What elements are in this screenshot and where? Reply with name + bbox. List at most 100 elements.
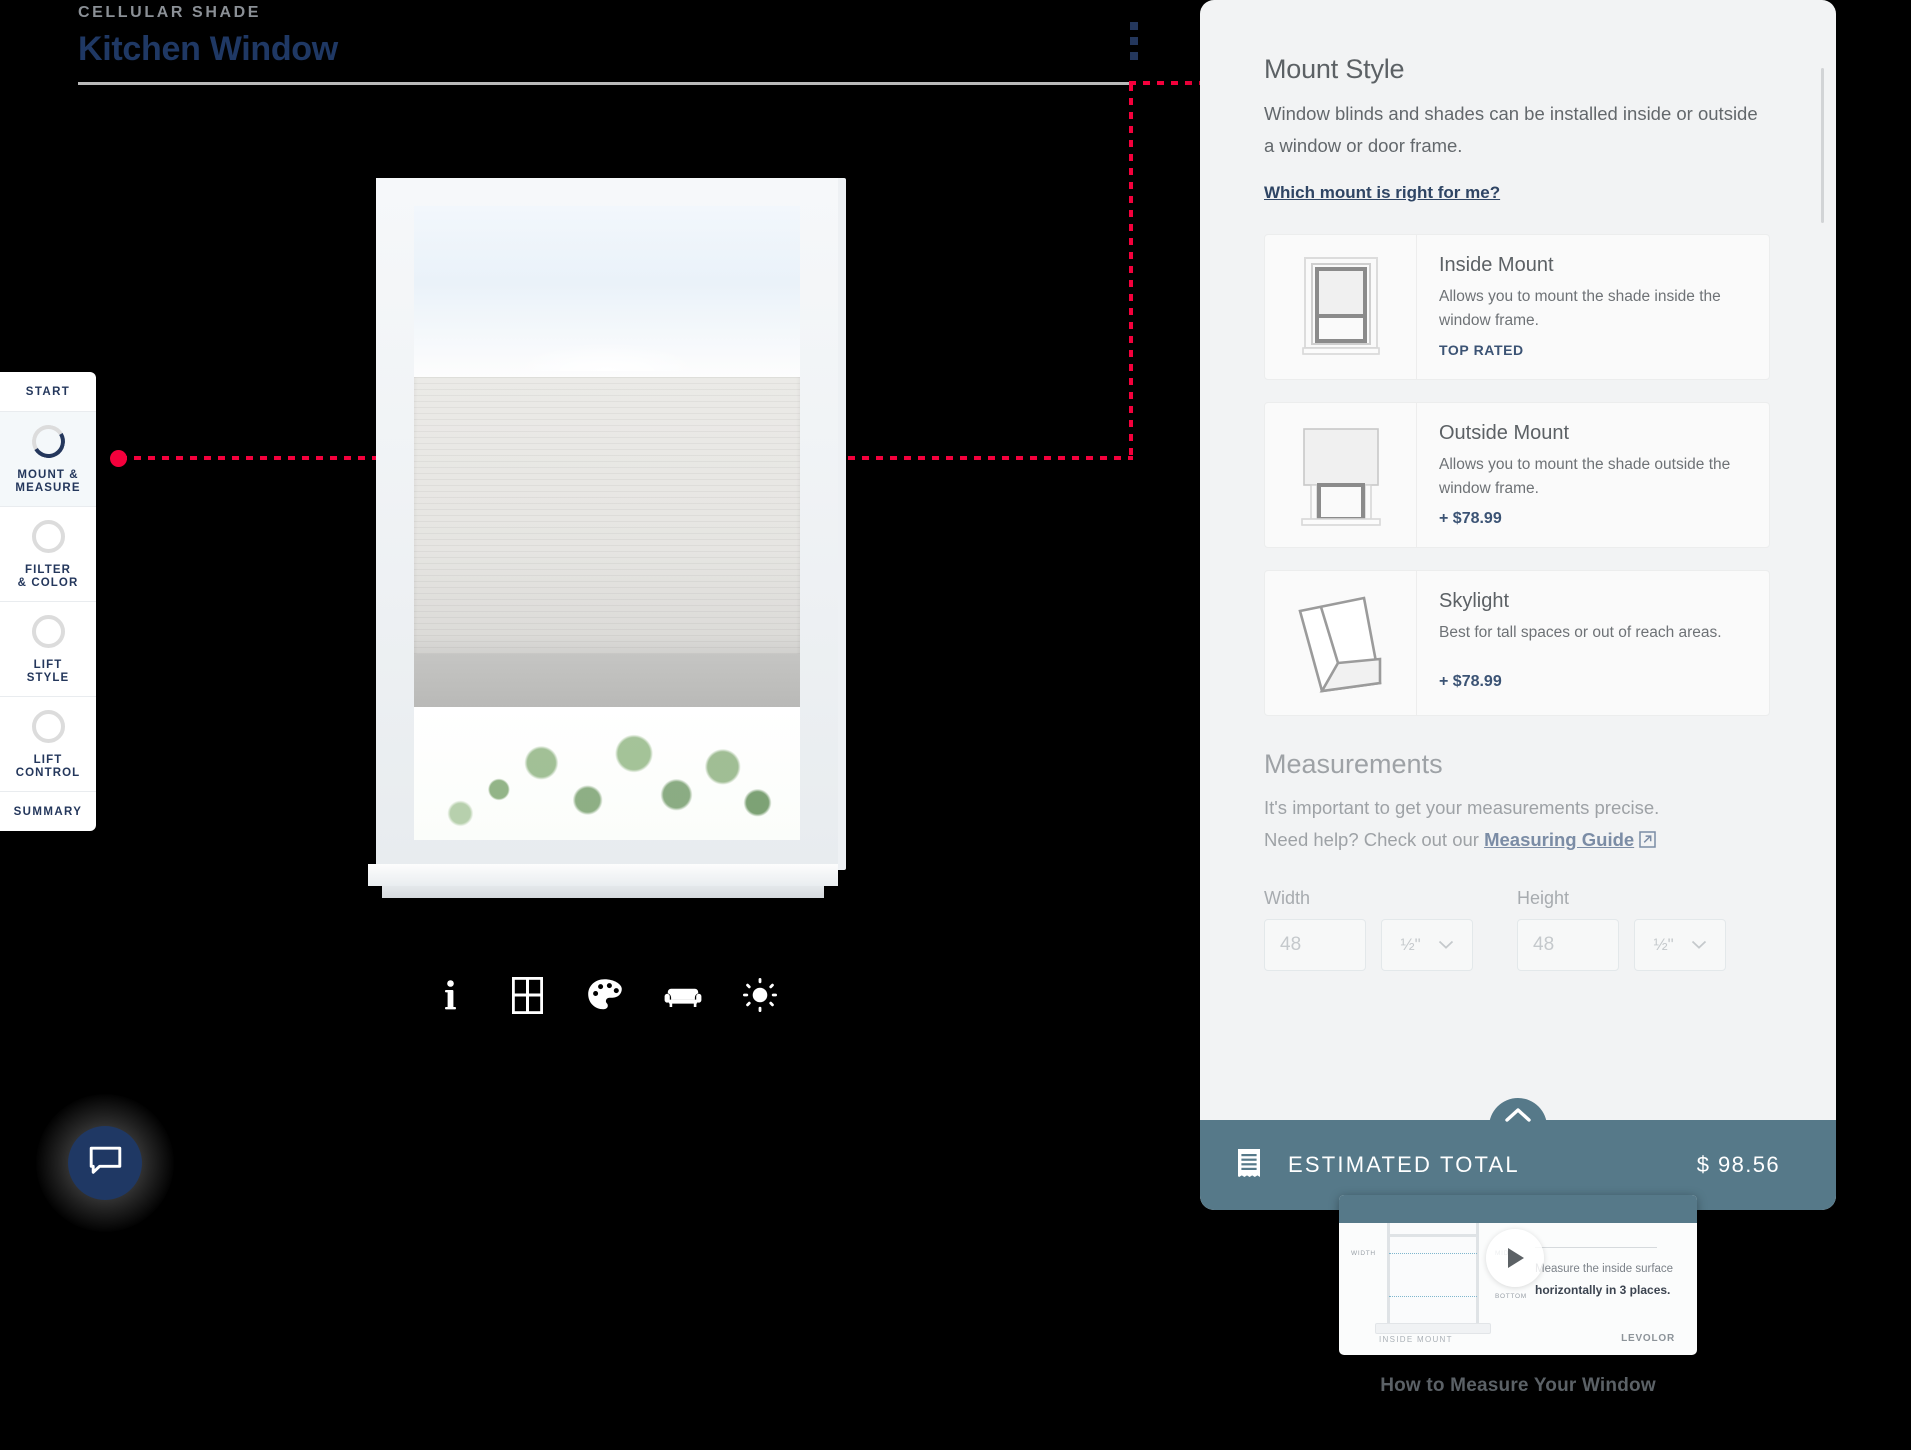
sidebar-item-lift-style[interactable]: LIFT STYLE: [0, 601, 96, 696]
video-card-top-overlay: [1339, 1195, 1697, 1223]
video-width-arrow: [1389, 1253, 1477, 1254]
sidebar-item-label: MOUNT &: [17, 469, 79, 481]
chevron-up-icon: [1505, 1107, 1531, 1128]
sidebar-item-label: STYLE: [26, 672, 70, 684]
sidebar-item-start[interactable]: START: [0, 372, 96, 411]
option-name: Inside Mount: [1439, 254, 1554, 276]
sidebar-item-label: LIFT: [33, 659, 63, 671]
window-apron: [382, 886, 824, 898]
garden-view: [414, 706, 800, 840]
panel-scroll-area: Mount Style Window blinds and shades can…: [1200, 0, 1836, 1120]
height-fraction-value: ½": [1653, 935, 1674, 954]
measuring-guide-link[interactable]: Measuring Guide: [1484, 829, 1634, 850]
mount-option-body: Outside Mount Allows you to mount the sh…: [1417, 403, 1769, 547]
window-grid-icon[interactable]: [508, 975, 548, 1015]
window-glass-area: [414, 206, 800, 840]
option-name: Outside Mount: [1439, 422, 1570, 444]
option-price: + $78.99: [1439, 673, 1502, 690]
option-name: Skylight: [1439, 590, 1510, 612]
step-circle-icon: [31, 710, 65, 743]
mount-style-options: Inside Mount Allows you to mount the sha…: [1264, 234, 1770, 716]
width-input[interactable]: 48: [1264, 919, 1366, 971]
width-fraction-select[interactable]: ½": [1381, 919, 1473, 971]
video-footer-right: LEVOLOR: [1621, 1333, 1675, 1344]
step-circle-icon: [31, 615, 65, 648]
sidebar-item-label: CONTROL: [15, 767, 81, 779]
video-divider: [1535, 1247, 1657, 1248]
step-circle-icon: [31, 520, 65, 553]
status-badge: TOP RATED: [1439, 342, 1524, 358]
product-category-label: CELLULAR SHADE: [78, 4, 262, 21]
width-fraction-value: ½": [1400, 935, 1421, 954]
measuring-video-section: WIDTH MID BOTTOM Measure the inside surf…: [1339, 1195, 1697, 1397]
sky-view: [414, 206, 800, 378]
cellular-shade-render: [414, 377, 800, 707]
video-footer-left: INSIDE MOUNT: [1379, 1335, 1453, 1344]
sidebar-item-lift-control[interactable]: LIFT CONTROL: [0, 696, 96, 791]
panel-title: Mount Style: [1264, 54, 1405, 84]
mount-option-inside[interactable]: Inside Mount Allows you to mount the sha…: [1264, 234, 1770, 380]
estimated-total-amount: $ 98.56: [1696, 1152, 1780, 1177]
info-icon[interactable]: [430, 975, 470, 1015]
measurements-intro-line2: Need help? Check out our: [1264, 829, 1485, 850]
panel-scrollbar[interactable]: [1821, 68, 1824, 223]
page-header: CELLULAR SHADE Kitchen Window: [78, 0, 1138, 69]
play-icon[interactable]: [1486, 1229, 1544, 1287]
sidebar-item-label: & COLOR: [17, 577, 79, 589]
width-label: Width: [1264, 888, 1311, 908]
panel-description: Window blinds and shades can be installe…: [1264, 103, 1758, 156]
estimated-total-label: ESTIMATED TOTAL: [1288, 1152, 1520, 1177]
app-root: CELLULAR SHADE Kitchen Window START MOUN…: [0, 0, 1911, 1450]
brightness-icon[interactable]: [740, 975, 780, 1015]
measuring-video-card[interactable]: WIDTH MID BOTTOM Measure the inside surf…: [1339, 1195, 1697, 1355]
video-bottom-arrow: [1389, 1296, 1477, 1297]
palette-icon[interactable]: [585, 975, 625, 1015]
measurement-fields: Width 48 ½" Height 48 ½": [1264, 888, 1770, 971]
option-description: Best for tall spaces or out of reach are…: [1439, 624, 1722, 641]
measurements-title: Measurements: [1264, 749, 1443, 779]
shade-bottom-rail: [414, 654, 800, 707]
step-sidebar: START MOUNT & MEASURE FILTER & COLOR LIF…: [0, 372, 96, 831]
height-fraction-select[interactable]: ½": [1634, 919, 1726, 971]
kebab-menu-icon[interactable]: [1130, 22, 1138, 68]
width-field-group: Width 48 ½": [1264, 888, 1517, 971]
chevron-down-icon: [1691, 935, 1707, 955]
chat-button[interactable]: [68, 1126, 142, 1200]
sidebar-item-label: MEASURE: [15, 482, 81, 494]
option-description: Allows you to mount the shade inside the…: [1439, 288, 1721, 329]
video-overlay-line1: Measure the inside surface: [1535, 1263, 1674, 1275]
sofa-icon[interactable]: [663, 975, 703, 1015]
height-input[interactable]: 48: [1517, 919, 1619, 971]
preview-toolbar: [430, 975, 780, 1015]
options-panel: Mount Style Window blinds and shades can…: [1200, 0, 1836, 1210]
video-window-sill: [1375, 1323, 1491, 1334]
chevron-down-icon: [1438, 935, 1454, 955]
video-label-width: WIDTH: [1351, 1250, 1376, 1257]
inside-mount-icon: [1265, 235, 1417, 379]
mount-option-body: Inside Mount Allows you to mount the sha…: [1417, 235, 1769, 379]
sidebar-item-filter-color[interactable]: FILTER & COLOR: [0, 506, 96, 601]
outside-mount-icon: [1265, 403, 1417, 547]
receipt-icon: [1236, 1147, 1262, 1184]
video-caption: How to Measure Your Window: [1380, 1375, 1656, 1396]
sidebar-item-label: FILTER: [25, 564, 71, 576]
option-price: + $78.99: [1439, 510, 1502, 527]
window-preview[interactable]: [368, 178, 846, 908]
which-mount-link[interactable]: Which mount is right for me?: [1264, 183, 1500, 203]
mount-option-skylight[interactable]: Skylight Best for tall spaces or out of …: [1264, 570, 1770, 716]
measurements-intro: It's important to get your measurements …: [1264, 792, 1770, 858]
chat-bubble-icon: [89, 1146, 122, 1181]
window-sill: [368, 864, 838, 886]
external-link-icon: [1639, 826, 1656, 858]
mount-option-body: Skylight Best for tall spaces or out of …: [1417, 571, 1738, 715]
height-field-group: Height 48 ½": [1517, 888, 1770, 971]
sidebar-item-label: LIFT: [33, 754, 63, 766]
option-description: Allows you to mount the shade outside th…: [1439, 456, 1731, 497]
progress-ring-icon: [27, 421, 69, 462]
sidebar-item-mount-measure[interactable]: MOUNT & MEASURE: [0, 411, 96, 506]
skylight-icon: [1265, 571, 1417, 715]
annotation-line-vertical: [1129, 84, 1133, 458]
sidebar-item-summary[interactable]: SUMMARY: [0, 792, 96, 831]
video-label-bottom: BOTTOM: [1495, 1293, 1527, 1300]
mount-option-outside[interactable]: Outside Mount Allows you to mount the sh…: [1264, 402, 1770, 548]
